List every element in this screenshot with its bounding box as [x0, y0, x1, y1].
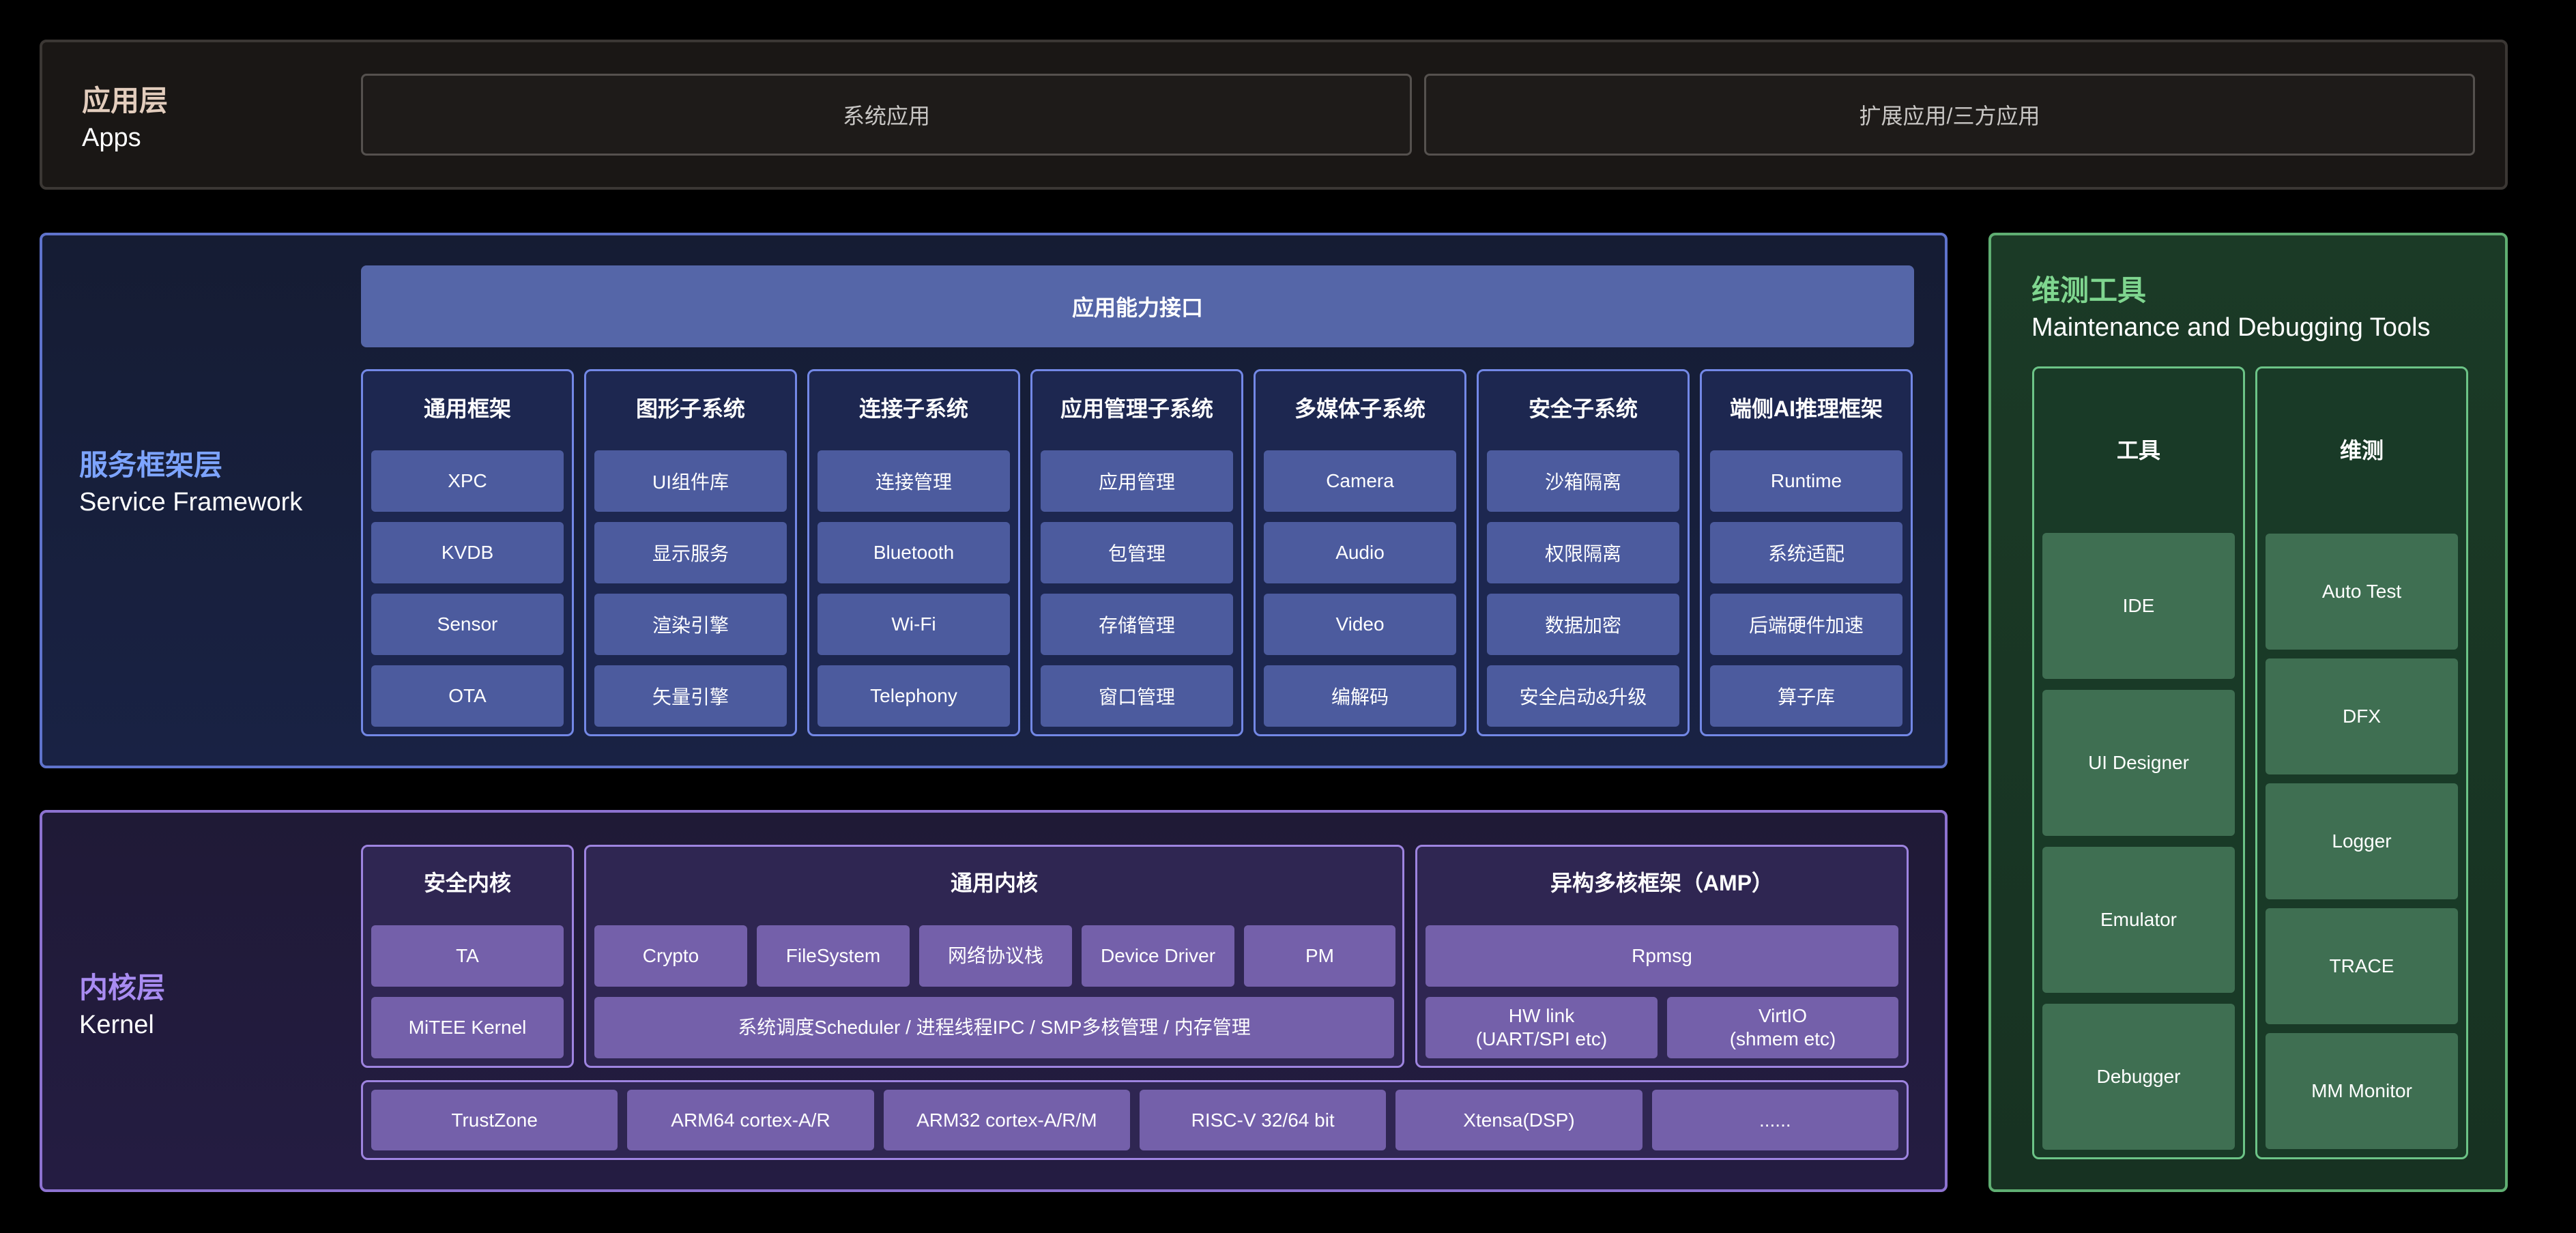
hardware-item: ARM32 cortex-A/R/M — [884, 1090, 1130, 1150]
mm-monitor-item: MM Monitor — [2266, 1033, 2458, 1149]
hw-link-item: HW link (UART/SPI etc) — [1426, 997, 1658, 1058]
auto-test-item: Auto Test — [2266, 534, 2458, 650]
column-title: 连接子系统 — [809, 392, 1018, 423]
service-item: Video — [1264, 594, 1456, 655]
network-stack-item: 网络协议栈 — [919, 925, 1072, 987]
logger-item: Logger — [2266, 783, 2458, 899]
general-kernel-group: 通用内核 Crypto FileSystem 网络协议栈 Device Driv… — [584, 845, 1404, 1068]
service-column-connectivity: 连接子系统 连接管理 Bluetooth Wi-Fi Telephony — [807, 369, 1020, 736]
column-title: 应用管理子系统 — [1032, 392, 1241, 423]
service-column-general-framework: 通用框架 XPC KVDB Sensor OTA — [361, 369, 574, 736]
hardware-item: RISC-V 32/64 bit — [1140, 1090, 1386, 1150]
column-title: 工具 — [2034, 433, 2243, 465]
tools-title-zh: 维测工具 — [2031, 267, 2431, 309]
virtio-line2: (shmem etc) — [1730, 1028, 1836, 1051]
hw-link-line2: (UART/SPI etc) — [1476, 1028, 1607, 1051]
secure-kernel-group: 安全内核 TA MiTEE Kernel — [361, 845, 574, 1068]
apps-title-en: Apps — [82, 124, 168, 153]
service-item: Telephony — [817, 665, 1010, 727]
crypto-item: Crypto — [594, 925, 747, 987]
service-column-graphics: 图形子系统 UI组件库 显示服务 渲染引擎 矢量引擎 — [584, 369, 797, 736]
mitee-kernel-item: MiTEE Kernel — [371, 997, 564, 1058]
service-title-en: Service Framework — [79, 488, 302, 517]
system-apps-box: 系统应用 — [361, 74, 1412, 156]
service-item: 权限隔离 — [1487, 522, 1679, 583]
service-column-app-management: 应用管理子系统 应用管理 包管理 存储管理 窗口管理 — [1030, 369, 1243, 736]
service-item: 包管理 — [1041, 522, 1233, 583]
group-title: 通用内核 — [586, 866, 1402, 897]
ide-item: IDE — [2042, 533, 2235, 679]
ui-designer-item: UI Designer — [2042, 690, 2235, 836]
tools-column: 工具 IDE UI Designer Emulator Debugger — [2032, 366, 2245, 1159]
service-item: Camera — [1264, 450, 1456, 512]
dfx-item: DFX — [2266, 658, 2458, 774]
kernel-layer-title: 内核层 Kernel — [79, 965, 165, 1040]
service-item: Audio — [1264, 522, 1456, 583]
hardware-item: ARM64 cortex-A/R — [627, 1090, 873, 1150]
service-item: Sensor — [371, 594, 564, 655]
rpmsg-item: Rpmsg — [1426, 925, 1898, 987]
hardware-row: TrustZone ARM64 cortex-A/R ARM32 cortex-… — [361, 1080, 1909, 1160]
kernel-title-en: Kernel — [79, 1011, 165, 1040]
apps-layer-title: 应用层 Apps — [82, 78, 168, 153]
amp-group: 异构多核框架（AMP） Rpmsg HW link (UART/SPI etc)… — [1415, 845, 1909, 1068]
service-layer-title: 服务框架层 Service Framework — [79, 442, 302, 517]
service-column-multimedia: 多媒体子系统 Camera Audio Video 编解码 — [1254, 369, 1466, 736]
service-item: UI组件库 — [594, 450, 787, 512]
scheduler-item: 系统调度Scheduler / 进程线程IPC / SMP多核管理 / 内存管理 — [594, 997, 1394, 1058]
pm-item: PM — [1244, 925, 1395, 987]
column-title: 通用框架 — [363, 392, 572, 423]
debug-column: 维测 Auto Test DFX Logger TRACE MM Monitor — [2255, 366, 2468, 1159]
column-title: 安全子系统 — [1479, 392, 1688, 423]
column-title: 端侧AI推理框架 — [1702, 392, 1911, 423]
debugger-item: Debugger — [2042, 1004, 2235, 1150]
ta-item: TA — [371, 925, 564, 987]
column-title: 多媒体子系统 — [1256, 392, 1464, 423]
apps-title-zh: 应用层 — [82, 78, 168, 119]
service-item: 窗口管理 — [1041, 665, 1233, 727]
service-column-security: 安全子系统 沙箱隔离 权限隔离 数据加密 安全启动&升级 — [1477, 369, 1690, 736]
service-item: KVDB — [371, 522, 564, 583]
service-item: Runtime — [1710, 450, 1902, 512]
group-title: 安全内核 — [363, 866, 572, 897]
kernel-title-zh: 内核层 — [79, 965, 165, 1006]
service-item: 矢量引擎 — [594, 665, 787, 727]
service-item: 安全启动&升级 — [1487, 665, 1679, 727]
service-column-ai-inference: 端侧AI推理框架 Runtime 系统适配 后端硬件加速 算子库 — [1700, 369, 1913, 736]
virtio-item: VirtIO (shmem etc) — [1667, 997, 1898, 1058]
service-item: XPC — [371, 450, 564, 512]
service-item: 编解码 — [1264, 665, 1456, 727]
hw-link-line1: HW link — [1509, 1004, 1574, 1028]
service-item: 应用管理 — [1041, 450, 1233, 512]
service-item: Wi-Fi — [817, 594, 1010, 655]
tools-title: 维测工具 Maintenance and Debugging Tools — [2031, 267, 2431, 343]
service-title-zh: 服务框架层 — [79, 442, 302, 484]
group-title: 异构多核框架（AMP） — [1417, 866, 1907, 897]
app-capability-interface: 应用能力接口 — [361, 265, 1914, 347]
service-item: 存储管理 — [1041, 594, 1233, 655]
service-item: 显示服务 — [594, 522, 787, 583]
tools-title-en: Maintenance and Debugging Tools — [2031, 313, 2431, 343]
service-item: 系统适配 — [1710, 522, 1902, 583]
filesystem-item: FileSystem — [757, 925, 910, 987]
service-item: 后端硬件加速 — [1710, 594, 1902, 655]
virtio-line1: VirtIO — [1759, 1004, 1807, 1028]
hardware-item: Xtensa(DSP) — [1395, 1090, 1642, 1150]
column-title: 图形子系统 — [586, 392, 795, 423]
service-item: 数据加密 — [1487, 594, 1679, 655]
third-party-apps-box: 扩展应用/三方应用 — [1424, 74, 2475, 156]
hardware-item: TrustZone — [371, 1090, 618, 1150]
trace-item: TRACE — [2266, 908, 2458, 1024]
emulator-item: Emulator — [2042, 847, 2235, 993]
service-item: OTA — [371, 665, 564, 727]
service-item: 沙箱隔离 — [1487, 450, 1679, 512]
service-item: 渲染引擎 — [594, 594, 787, 655]
device-driver-item: Device Driver — [1082, 925, 1234, 987]
service-item: 算子库 — [1710, 665, 1902, 727]
service-item: 连接管理 — [817, 450, 1010, 512]
hardware-item: ...... — [1652, 1090, 1898, 1150]
service-item: Bluetooth — [817, 522, 1010, 583]
column-title: 维测 — [2257, 433, 2466, 465]
